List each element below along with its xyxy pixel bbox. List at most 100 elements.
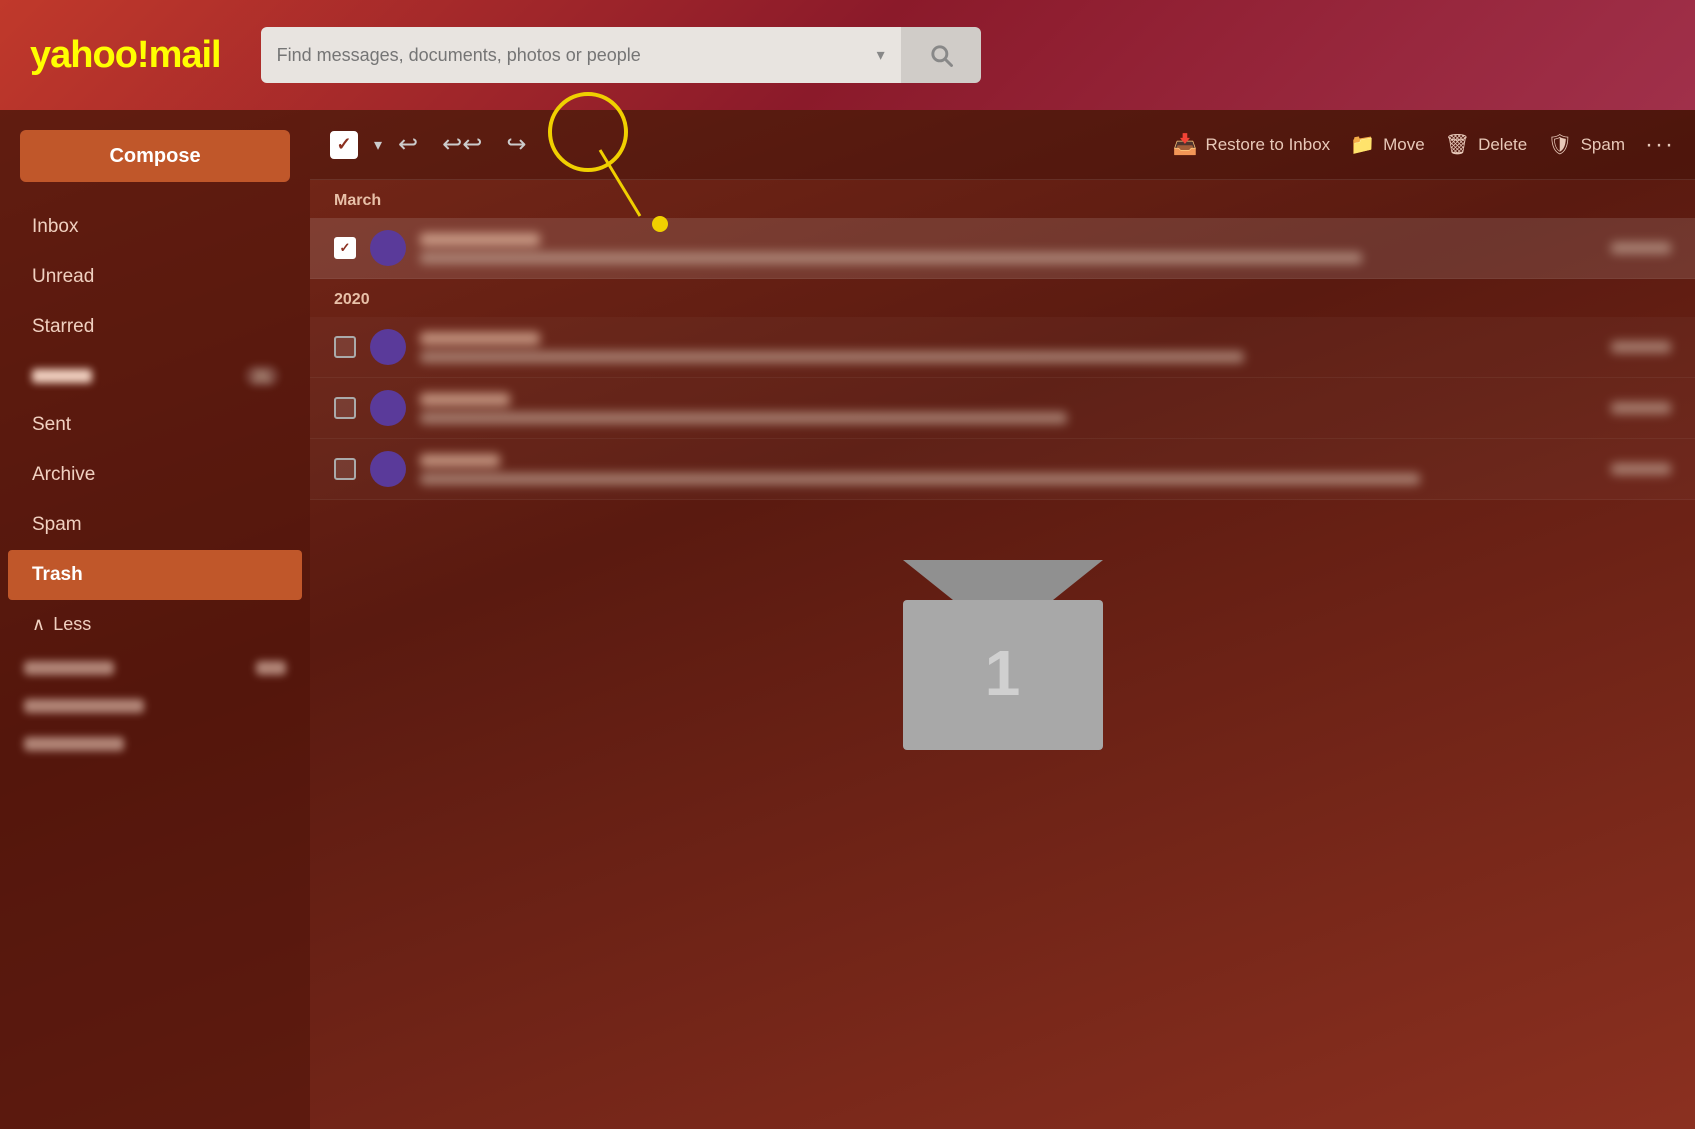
- email-row[interactable]: [310, 218, 1695, 279]
- empty-state: 1: [310, 500, 1695, 750]
- caret-up-icon: ∧: [32, 614, 45, 635]
- sidebar-item-archive[interactable]: Archive: [8, 450, 302, 500]
- sidebar-label-drafts: [32, 369, 92, 383]
- avatar-1: [370, 230, 406, 266]
- email-subject-2: [420, 351, 1244, 363]
- reply-all-button[interactable]: ↩↩: [434, 124, 490, 165]
- date-group-2020: 2020: [310, 279, 1695, 317]
- date-2020-label: 2020: [334, 291, 370, 308]
- restore-icon: 📥: [1173, 132, 1198, 157]
- email-row[interactable]: [310, 317, 1695, 378]
- yahoo-text: yahoo!mail: [30, 34, 221, 76]
- blurred-label-2: [24, 699, 144, 713]
- sidebar-label-archive: Archive: [32, 464, 95, 486]
- blurred-label-1: [24, 661, 114, 675]
- email-content-2: [420, 332, 1597, 363]
- email-content-1: [420, 233, 1597, 264]
- move-icon: 📁: [1350, 132, 1375, 157]
- delete-icon: 🗑: [1445, 132, 1470, 157]
- email-list: March 2020: [310, 180, 1695, 1129]
- sidebar-label-trash: Trash: [32, 564, 83, 586]
- yahoo-mail-logo: yahoo!mail: [30, 34, 221, 77]
- search-bar: ▾: [261, 27, 981, 83]
- delete-button[interactable]: 🗑 Delete: [1445, 132, 1528, 157]
- sidebar-item-trash[interactable]: Trash: [8, 550, 302, 600]
- sidebar-item-inbox[interactable]: Inbox: [8, 202, 302, 252]
- sidebar-nav: Inbox Unread Starred 21 Sent Archive Spa…: [0, 202, 310, 600]
- email-sender-1: [420, 233, 540, 246]
- date-group-march: March: [310, 180, 1695, 218]
- avatar-3: [370, 390, 406, 426]
- restore-to-inbox-button[interactable]: 📥 Restore to Inbox: [1173, 132, 1331, 157]
- email-row[interactable]: [310, 439, 1695, 500]
- toolbar-actions: 📥 Restore to Inbox 📁 Move 🗑 Delete 🛡 Spa…: [1173, 131, 1675, 159]
- spam-icon: 🛡: [1547, 132, 1572, 157]
- date-march-label: March: [334, 192, 381, 209]
- sidebar-item-spam[interactable]: Spam: [8, 500, 302, 550]
- restore-label: Restore to Inbox: [1205, 135, 1330, 155]
- less-button[interactable]: ∧ Less: [8, 600, 302, 649]
- email-sender-2: [420, 332, 540, 345]
- email-checkbox-2[interactable]: [334, 336, 356, 358]
- search-button[interactable]: [901, 27, 981, 83]
- select-all-button[interactable]: [330, 131, 358, 159]
- select-dropdown-chevron[interactable]: ▾: [374, 135, 382, 155]
- email-meta-1: [1611, 242, 1671, 254]
- sidebar-label-unread: Unread: [32, 266, 94, 288]
- sidebar-label-sent: Sent: [32, 414, 71, 436]
- avatar-4: [370, 451, 406, 487]
- spam-button[interactable]: 🛡 Spam: [1547, 132, 1625, 157]
- blurred-badge-1: [256, 661, 286, 675]
- reply-button[interactable]: ↩: [390, 124, 426, 165]
- sidebar-blurred-row-2: [24, 687, 286, 725]
- select-all-checkbox[interactable]: [330, 131, 358, 159]
- avatar-2: [370, 329, 406, 365]
- email-row[interactable]: [310, 378, 1695, 439]
- move-label: Move: [1383, 135, 1425, 155]
- email-date-4: [1611, 463, 1671, 475]
- forward-button[interactable]: ↪: [498, 124, 534, 165]
- email-sender-4: [420, 454, 500, 467]
- sidebar-label-inbox: Inbox: [32, 216, 78, 238]
- move-button[interactable]: 📁 Move: [1350, 132, 1424, 157]
- sidebar: Compose Inbox Unread Starred 21 Sent Arc…: [0, 110, 310, 1129]
- search-input[interactable]: [277, 45, 869, 66]
- email-date-2: [1611, 341, 1671, 353]
- sidebar-item-drafts[interactable]: 21: [8, 352, 302, 400]
- less-label: Less: [53, 614, 91, 635]
- search-icon: [927, 41, 955, 69]
- email-checkbox-1[interactable]: [334, 237, 356, 259]
- sidebar-label-starred: Starred: [32, 316, 94, 338]
- email-checkbox-3[interactable]: [334, 397, 356, 419]
- spam-label: Spam: [1581, 135, 1625, 155]
- search-dropdown-icon[interactable]: ▾: [877, 45, 885, 65]
- content-area: ▾ ↩ ↩↩ ↪ 📥 Restore to Inbox 📁 Move 🗑 Del…: [310, 110, 1695, 1129]
- sidebar-blurred-row-3: [24, 725, 286, 763]
- sidebar-item-unread[interactable]: Unread: [8, 252, 302, 302]
- email-meta-4: [1611, 463, 1671, 475]
- blurred-label-3: [24, 737, 124, 751]
- email-date-1: [1611, 242, 1671, 254]
- envelope-illustration: 1: [903, 560, 1103, 750]
- email-checkbox-4[interactable]: [334, 458, 356, 480]
- sidebar-item-sent[interactable]: Sent: [8, 400, 302, 450]
- sidebar-item-starred[interactable]: Starred: [8, 302, 302, 352]
- sidebar-label-spam: Spam: [32, 514, 82, 536]
- compose-button[interactable]: Compose: [20, 130, 290, 182]
- header: yahoo!mail ▾: [0, 0, 1695, 110]
- envelope-count: 1: [985, 636, 1021, 710]
- email-date-3: [1611, 402, 1671, 414]
- envelope-body: 1: [903, 600, 1103, 750]
- email-content-3: [420, 393, 1597, 424]
- email-meta-3: [1611, 402, 1671, 414]
- toolbar: ▾ ↩ ↩↩ ↪ 📥 Restore to Inbox 📁 Move 🗑 Del…: [310, 110, 1695, 180]
- email-meta-2: [1611, 341, 1671, 353]
- email-sender-3: [420, 393, 510, 406]
- sidebar-blurred-section: [0, 649, 310, 763]
- email-subject-1: [420, 252, 1362, 264]
- email-subject-3: [420, 412, 1067, 424]
- more-options-button[interactable]: ···: [1645, 131, 1675, 159]
- toolbar-left: ▾ ↩ ↩↩ ↪: [330, 124, 534, 165]
- email-subject-4: [420, 473, 1420, 485]
- sidebar-badge-drafts: 21: [246, 366, 278, 386]
